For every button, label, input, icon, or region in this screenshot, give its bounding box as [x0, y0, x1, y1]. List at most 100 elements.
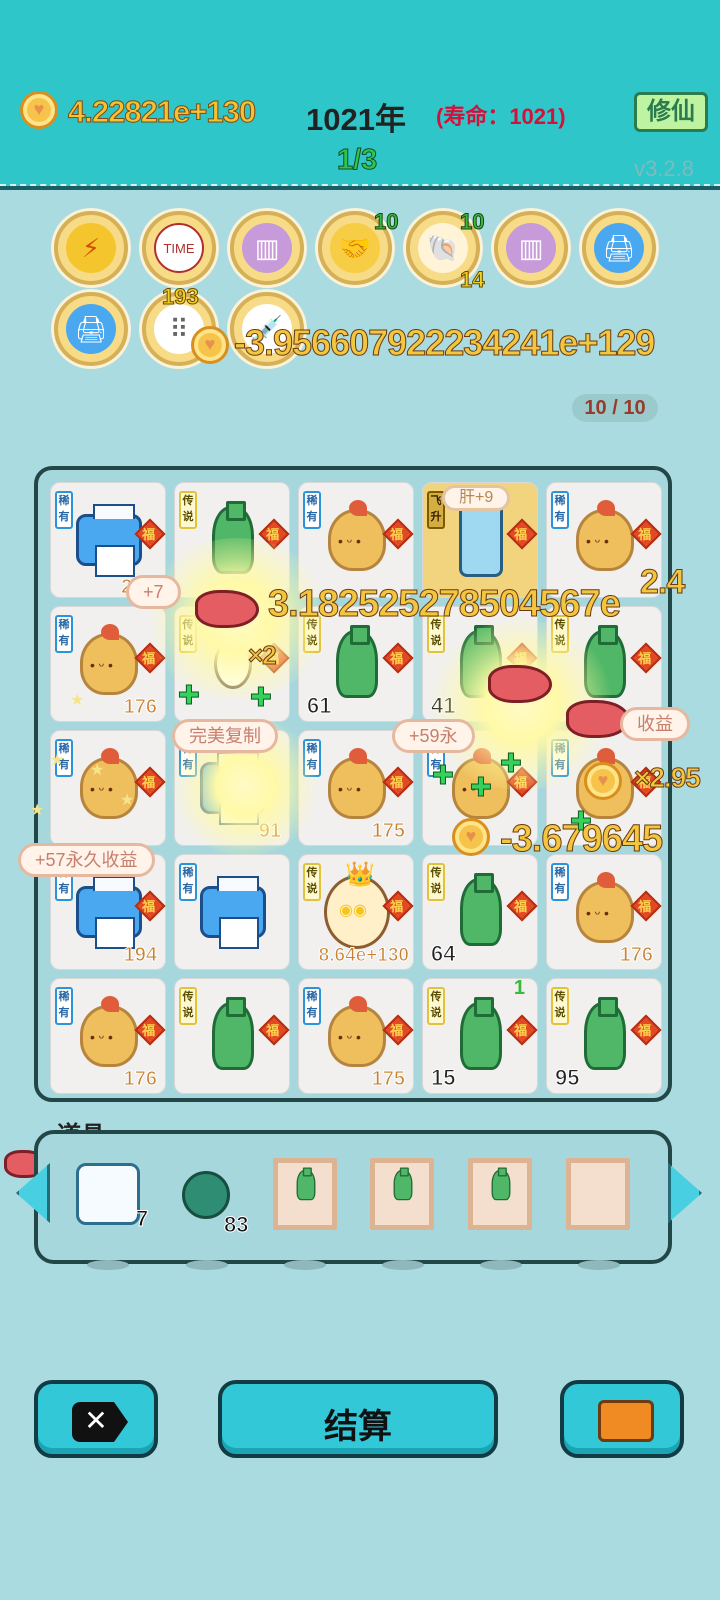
game-board: 稀有2 传说 稀有 飞升 稀有 稀有176 传说 传说61 传说41 传说 稀有… — [34, 466, 672, 1102]
item-shadow — [578, 1260, 620, 1270]
lightning-badge[interactable]: ⚡ — [54, 211, 128, 285]
briefcase-button[interactable] — [560, 1380, 684, 1458]
briefcase-icon — [598, 1400, 654, 1442]
cell-value: 61 — [306, 693, 332, 719]
shell-subcount: 14 — [459, 267, 485, 293]
version-text: v3.2.8 — [634, 156, 694, 181]
top-status-bar: 4.22821e+130 1021年 (寿命：1021) 修仙 1/3 v3.2… — [0, 0, 720, 190]
skirt-badge[interactable]: ▥ — [230, 211, 304, 285]
tube-rack-icon[interactable] — [76, 1163, 140, 1225]
cell-value: 15 — [430, 1065, 456, 1091]
printer-icon — [76, 876, 142, 949]
jade-orb-icon[interactable] — [182, 1171, 230, 1219]
empty-frame-item[interactable] — [566, 1158, 630, 1230]
vase-icon — [324, 625, 390, 699]
egg-tray-count: 193 — [162, 284, 200, 310]
coin-loss-value: -3.956607922234241e+129 — [233, 322, 655, 364]
shell-count: 10 — [459, 209, 485, 235]
item-shadow — [284, 1260, 326, 1270]
money-value: 4.22821e+130 — [67, 94, 256, 130]
time-magazine-icon: TIME — [154, 223, 204, 273]
star-icon: ★ — [90, 762, 105, 779]
item-shadow — [186, 1260, 228, 1270]
plus-icon: ✚ — [432, 760, 455, 791]
chick-icon — [572, 500, 638, 575]
handshake-count: 10 — [373, 209, 399, 235]
plus-icon: ✚ — [500, 748, 523, 779]
grid-cell[interactable]: 传说 — [174, 978, 290, 1094]
liver-icon — [488, 665, 552, 703]
rarity-tag: 稀有 — [55, 987, 73, 1025]
coin-icon — [452, 818, 490, 856]
settle-label: 结算 — [324, 1408, 392, 1446]
grid-cell[interactable]: 稀有 176 — [546, 854, 662, 970]
scroll-right-button[interactable] — [668, 1163, 702, 1223]
skirt-icon: ▥ — [242, 223, 292, 273]
cell-value: 176 — [123, 696, 157, 719]
rarity-tag: 稀有 — [551, 863, 569, 901]
star-icon: ★ — [70, 692, 85, 709]
copy-bubble: 完美复制 — [172, 719, 278, 753]
handshake-badge[interactable]: 🤝 10 — [318, 209, 399, 285]
cell-value: 64 — [430, 941, 456, 967]
stage-progress: 1/3 — [336, 144, 378, 177]
chick-icon — [76, 996, 142, 1071]
grid-cell[interactable]: 稀有 176 — [50, 978, 166, 1094]
grid-cell[interactable]: 稀有 — [50, 730, 166, 846]
item-shadow — [382, 1260, 424, 1270]
grid-cell[interactable]: 传说 95 — [546, 978, 662, 1094]
cell-value: 194 — [123, 944, 157, 967]
star-icon: ★ — [50, 752, 65, 769]
rarity-tag: 稀有 — [303, 491, 321, 529]
settle-button[interactable]: 结算 — [218, 1380, 498, 1458]
coin-icon — [20, 91, 58, 129]
rarity-tag: 传说 — [427, 987, 445, 1025]
printer-badge-2[interactable]: 🖨 — [54, 292, 128, 366]
skirt-badge-2[interactable]: ▥ — [494, 211, 568, 285]
vase-frame-item[interactable] — [370, 1158, 434, 1230]
grid-cell[interactable]: 传说 64 — [422, 854, 538, 970]
vase-frame-item[interactable] — [468, 1158, 532, 1230]
board-capacity: 10 / 10 — [572, 394, 658, 422]
vase-icon — [572, 997, 638, 1071]
xiuxian-button[interactable]: 修仙 — [634, 92, 708, 132]
grid-cell[interactable]: 传说 8.64e+130 — [298, 854, 414, 970]
multiplier-value: ×2.95 — [634, 762, 702, 794]
handshake-icon: 🤝 — [330, 223, 380, 273]
fridge-bubble: 肝+9 — [442, 485, 511, 511]
grid-cell[interactable]: 传说 15 1 — [422, 977, 538, 1094]
partial-value: 1 — [513, 977, 525, 999]
vase-frame-item[interactable] — [273, 1158, 337, 1230]
shell-badge[interactable]: 🐚 10 14 — [406, 209, 485, 293]
rarity-tag: 稀有 — [551, 491, 569, 529]
lifespan-value: (寿命：1021) — [436, 104, 566, 129]
lightning-icon: ⚡ — [66, 223, 116, 273]
income-bubble: +7 — [126, 575, 181, 609]
rarity-tag: 传说 — [179, 491, 197, 529]
chick-icon — [324, 996, 390, 1071]
star-icon: ★ — [120, 792, 135, 809]
plus-icon: ✚ — [570, 806, 593, 837]
cell-value: 175 — [371, 820, 405, 843]
printer-icon — [76, 504, 142, 577]
printer-icon: 🖨 — [66, 304, 116, 354]
cell-value: 8.64e+130 — [318, 945, 409, 967]
gain-value: 3.182525278504567e — [268, 583, 622, 626]
plus-icon: ✚ — [470, 772, 493, 803]
time-magazine-badge[interactable]: TIME — [142, 211, 216, 285]
item-shadow — [480, 1260, 522, 1270]
delete-button[interactable]: ✕ — [34, 1380, 158, 1458]
year-value: 1021年 — [306, 102, 406, 137]
printer-badge[interactable]: 🖨 — [582, 211, 656, 285]
income-bubble: +59永 — [392, 719, 475, 753]
income-bubble: +57永久收益 — [18, 843, 155, 877]
skirt-icon: ▥ — [506, 223, 556, 273]
grid-cell[interactable]: 稀有 175 — [298, 978, 414, 1094]
grid-cell[interactable]: 稀有 — [174, 854, 290, 970]
vase-icon — [448, 873, 514, 947]
rarity-tag: 稀有 — [55, 491, 73, 529]
chick-icon — [324, 748, 390, 823]
income-bubble: 收益 — [620, 707, 690, 741]
multiplier-value: ×2 — [248, 640, 278, 671]
rarity-tag: 稀有 — [179, 863, 197, 901]
